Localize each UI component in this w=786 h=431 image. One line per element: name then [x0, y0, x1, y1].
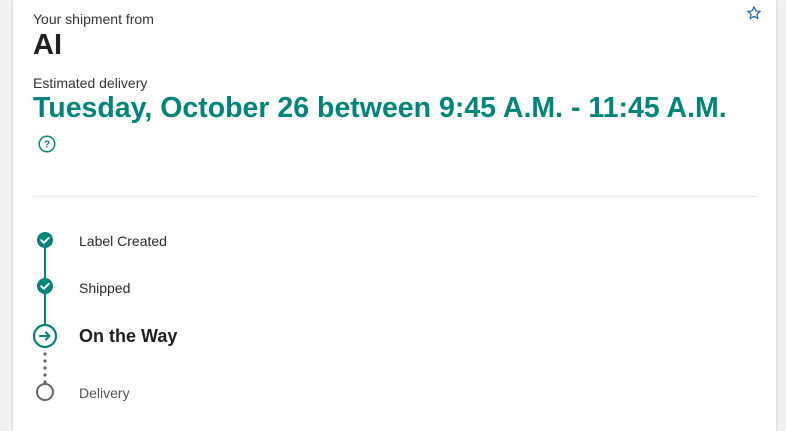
timeline-connector-pending [43, 352, 47, 384]
tracking-timeline [32, 232, 58, 401]
timeline-step-label-created: Label Created [79, 233, 167, 249]
timeline-step-shipped: Shipped [79, 280, 131, 296]
timeline-step-on-the-way: On the Way [79, 326, 178, 346]
arrow-right-circle-icon [32, 323, 58, 349]
shipment-card: Your shipment from AI Estimated delivery… [13, 0, 776, 431]
section-divider [33, 196, 756, 197]
timeline-step-delivery: Delivery [79, 385, 130, 401]
check-icon [37, 278, 53, 294]
check-icon [37, 232, 53, 248]
estimated-delivery-value: Tuesday, October 26 between 9:45 A.M. - … [33, 92, 727, 124]
favorite-star-icon[interactable] [746, 5, 762, 21]
empty-circle-icon [36, 383, 54, 401]
